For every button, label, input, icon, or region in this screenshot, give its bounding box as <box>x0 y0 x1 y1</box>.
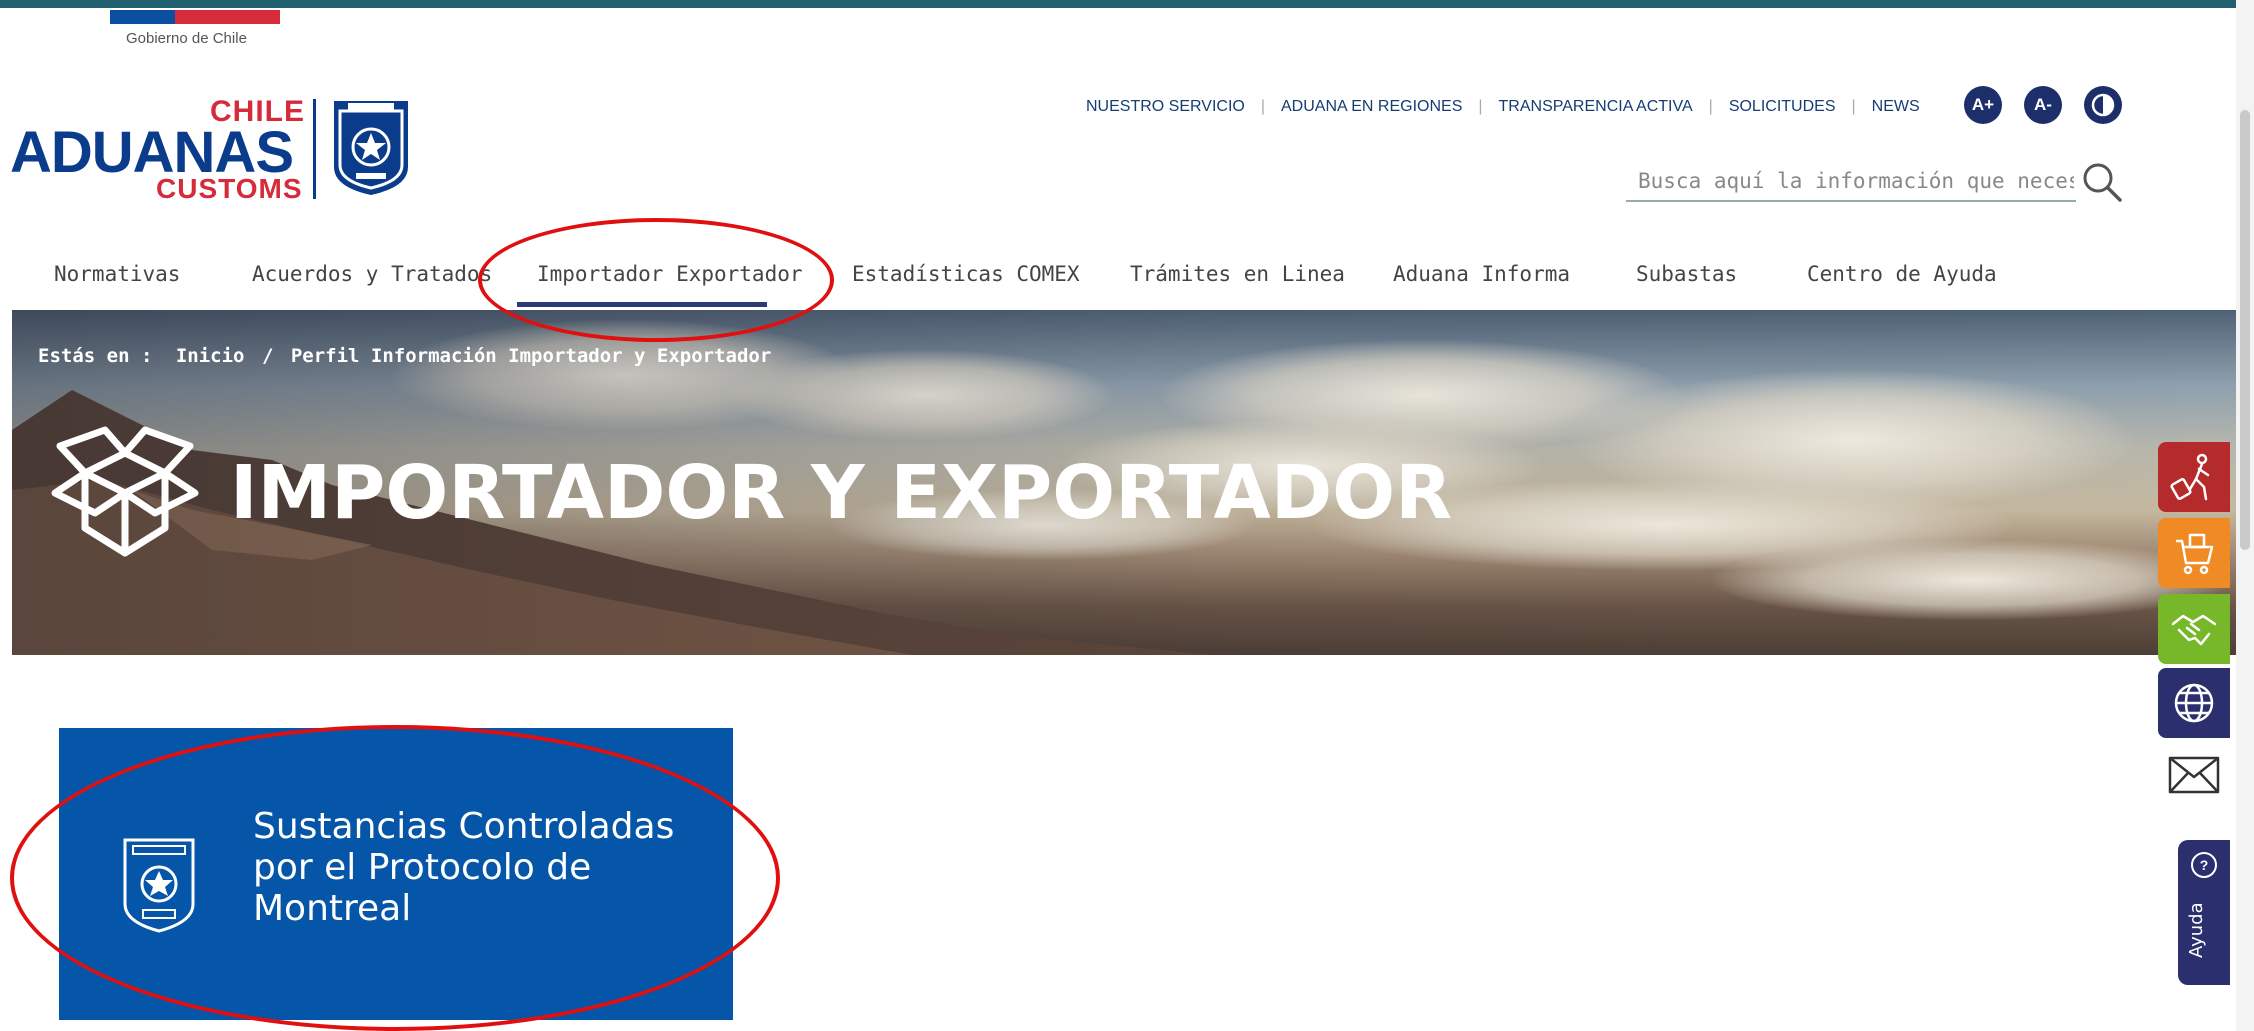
breadcrumb-home-link[interactable]: Inicio <box>176 345 245 367</box>
main-navigation: Normativas Acuerdos y Tratados Importado… <box>0 252 2240 308</box>
contrast-button[interactable] <box>2084 86 2122 124</box>
globe-icon <box>2174 683 2214 723</box>
link-solicitudes[interactable]: SOLICITUDES <box>1729 98 1836 116</box>
cart-icon <box>2176 533 2214 575</box>
side-tool-traveler[interactable] <box>2158 442 2230 512</box>
side-tool-handshake[interactable] <box>2158 594 2230 664</box>
link-separator: | <box>1851 98 1856 115</box>
page-title: IMPORTADOR Y EXPORTADOR <box>230 450 1453 536</box>
traveler-icon <box>2170 453 2210 501</box>
search-bar <box>1626 162 2076 202</box>
handshake-icon <box>2171 614 2217 646</box>
contrast-icon <box>2091 93 2115 117</box>
breadcrumb-current: Perfil Información Importador y Exportad… <box>290 345 772 367</box>
breadcrumb-prefix: Estás en : <box>38 345 153 367</box>
nav-centro-de-ayuda[interactable]: Centro de Ayuda <box>1807 262 1997 286</box>
link-aduana-en-regiones[interactable]: ADUANA EN REGIONES <box>1281 98 1462 116</box>
nav-normativas[interactable]: Normativas <box>54 262 180 286</box>
nav-tramites-en-linea[interactable]: Trámites en Linea <box>1130 262 1345 286</box>
help-question-icon: ? <box>2191 852 2217 878</box>
link-news[interactable]: NEWS <box>1872 98 1920 116</box>
breadcrumb: Estás en : Inicio / Perfil Información I… <box>38 345 771 367</box>
aduanas-logo[interactable]: CHILE ADUANAS CUSTOMS <box>10 95 410 205</box>
font-decrease-label: A- <box>2034 95 2052 114</box>
nav-aduana-informa[interactable]: Aduana Informa <box>1393 262 1570 286</box>
logo-divider <box>313 99 316 199</box>
help-tab[interactable]: ? Ayuda <box>2178 840 2230 985</box>
open-box-icon <box>51 426 199 557</box>
link-nuestro-servicio[interactable]: NUESTRO SERVICIO <box>1086 98 1245 116</box>
font-increase-button[interactable]: A+ <box>1964 86 2002 124</box>
annotation-circle-nav <box>478 218 834 342</box>
side-tool-mail[interactable] <box>2158 740 2230 810</box>
breadcrumb-separator: / <box>261 345 274 367</box>
search-icon[interactable] <box>2080 160 2124 204</box>
mail-icon <box>2168 756 2220 794</box>
nav-estadisticas-comex[interactable]: Estadísticas COMEX <box>852 262 1080 286</box>
logo-customs-text: CUSTOMS <box>156 173 303 204</box>
help-label: Ayuda <box>2186 902 2207 958</box>
link-separator: | <box>1708 98 1713 115</box>
side-tool-cart[interactable] <box>2158 518 2230 588</box>
link-separator: | <box>1478 98 1483 115</box>
top-accent-bar <box>0 0 2240 8</box>
top-utility-links: NUESTRO SERVICIO | ADUANA EN REGIONES | … <box>1086 95 1920 119</box>
search-input[interactable] <box>1626 168 2076 194</box>
government-flag-stripe <box>110 10 280 24</box>
side-tool-globe[interactable] <box>2158 668 2230 738</box>
link-separator: | <box>1260 98 1265 115</box>
government-label: Gobierno de Chile <box>126 30 247 47</box>
nav-subastas[interactable]: Subastas <box>1636 262 1737 286</box>
aduanas-badge-icon <box>334 101 408 195</box>
annotation-circle-tile <box>10 725 780 1031</box>
font-increase-label: A+ <box>1971 95 1995 114</box>
link-transparencia-activa[interactable]: TRANSPARENCIA ACTIVA <box>1499 98 1693 116</box>
scrollbar-thumb[interactable] <box>2240 110 2250 550</box>
font-decrease-button[interactable]: A- <box>2024 86 2062 124</box>
nav-acuerdos-y-tratados[interactable]: Acuerdos y Tratados <box>252 262 492 286</box>
